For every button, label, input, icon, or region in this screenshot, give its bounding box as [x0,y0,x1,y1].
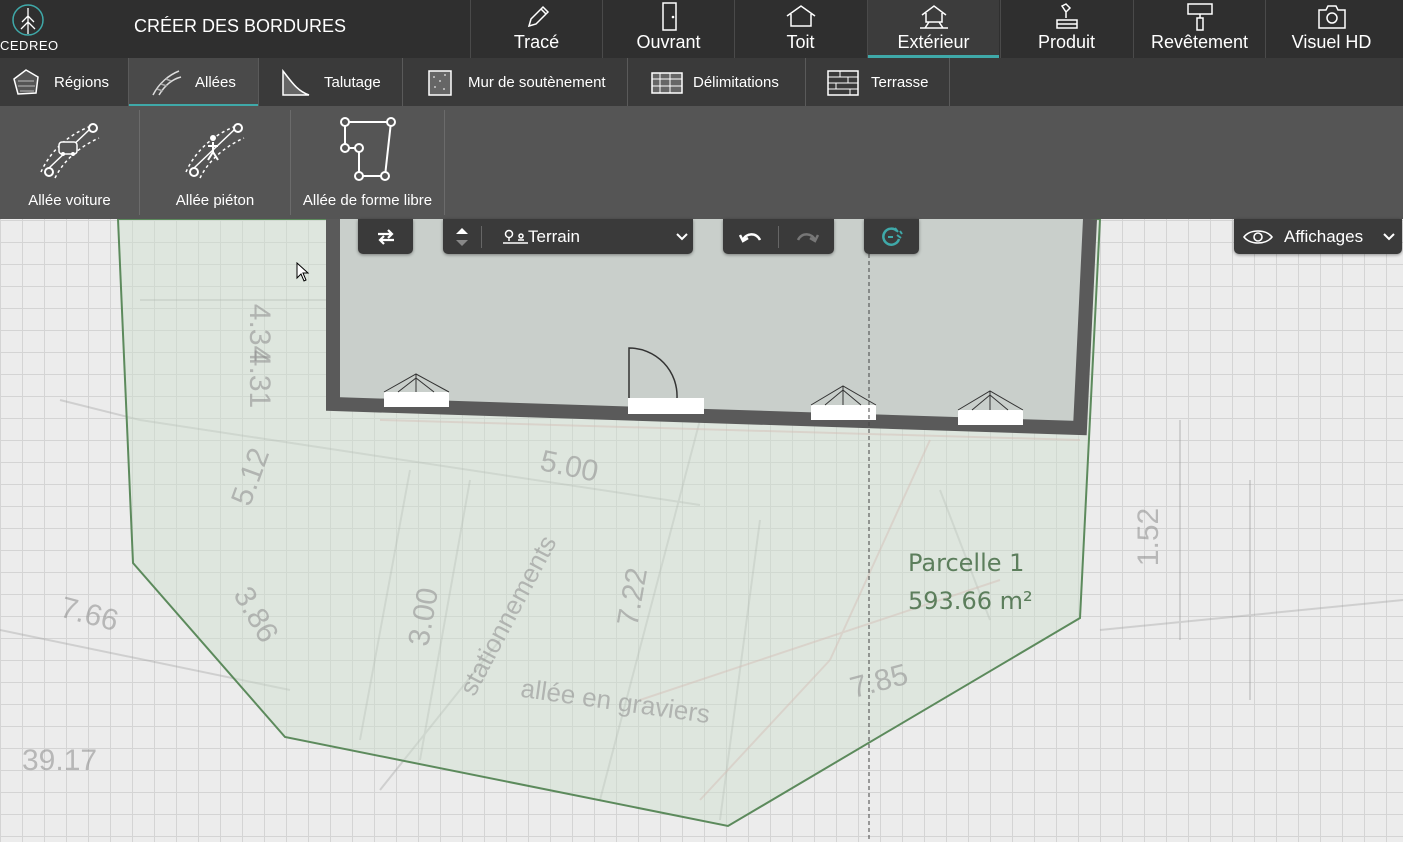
tab-label: Visuel HD [1291,32,1372,52]
product-icon [1055,3,1078,29]
tab-trace[interactable]: Tracé [470,0,602,58]
subtab-label: Allées [195,74,236,91]
tab-label: Ouvrant [636,32,701,52]
undo-icon [738,232,761,243]
door-icon [661,2,677,31]
swap-arrows-icon [377,228,394,245]
retaining-wall-icon [428,70,452,96]
subtab-label: Délimitations [693,74,779,91]
car-path-icon [39,123,99,179]
freeform-path-icon [339,117,396,181]
tab-ouvrant[interactable]: Ouvrant [602,0,734,58]
magnet-toggle-button[interactable] [864,219,919,254]
tab-visuel-hd[interactable]: Visuel HD [1265,0,1397,58]
tab-label: Produit [1037,32,1096,52]
subtab-terrasse[interactable]: Terrasse [806,58,950,106]
exterior-icon [919,5,948,29]
sub-bar: Régions Allées Talutage Mur de soutèneme… [0,58,1403,106]
parcel-area: 593.66 m² [908,587,1033,615]
tool-allee-voiture[interactable]: Allée voiture [0,110,140,215]
tab-produit[interactable]: Produit [1000,0,1132,58]
subtab-regions[interactable]: Régions [0,58,129,106]
magnet-icon [881,226,903,246]
level-stepper[interactable] [443,219,481,254]
pedestrian-path-icon [185,123,245,179]
redo-button[interactable] [779,219,834,254]
pencil-icon [527,5,549,28]
subtab-label: Terrasse [871,74,929,91]
display-options-label: Affichages [1284,227,1364,246]
terrace-icon [827,70,859,96]
display-options-group: Affichages [1234,219,1402,254]
mode-title: CRÉER DES BORDURES [134,16,347,36]
tool-allee-forme-libre[interactable]: Allée de forme libre [291,110,445,215]
tool-label: Allée voiture [28,192,111,209]
parcel-name: Parcelle 1 [908,549,1025,577]
subtab-label: Talutage [324,74,381,91]
terrain-icon [503,229,528,244]
level-selector: Terrain [443,219,693,254]
tab-toit[interactable]: Toit [734,0,866,58]
tool-allee-pieton[interactable]: Allée piéton [140,110,291,215]
paint-roller-icon [1186,3,1213,31]
tab-revetement[interactable]: Revêtement [1133,0,1265,58]
up-down-arrows-icon [456,227,468,246]
roof-icon [786,5,815,27]
level-dropdown[interactable]: Terrain [482,219,693,254]
level-dropdown-label: Terrain [528,227,580,246]
undo-button[interactable] [723,219,778,254]
tool-label: Allée piéton [175,192,255,209]
tree-logo-icon [12,4,44,36]
plan-annotation: 4.31 [243,349,277,409]
logo-text: CEDREO [0,38,59,53]
subtab-talutage[interactable]: Talutage [259,58,403,106]
subtab-mur-de-soutenement[interactable]: Mur de soutènement [403,58,628,106]
plan-annotation: 39.17 [22,744,98,777]
region-icon [13,69,39,95]
tab-label: Extérieur [897,32,970,52]
redo-icon [796,232,819,243]
display-options-dropdown[interactable]: Affichages [1234,219,1402,254]
eye-icon [1242,229,1274,244]
chevron-down-icon [1383,232,1395,240]
swap-view-button[interactable] [358,219,413,254]
tab-label: Tracé [513,32,560,52]
chevron-down-icon [676,232,688,240]
plan-annotation: 1.52 [1132,507,1166,567]
tool-panel: Allée voiture Allée piéton Allée de form… [0,106,1403,219]
swap-view-group [358,219,413,254]
undo-redo-group [723,219,834,254]
slope-icon [282,68,310,96]
tab-label: Toit [786,32,815,52]
subtab-delimitations[interactable]: Délimitations [628,58,806,106]
camera-icon [1317,5,1346,29]
subtab-allees[interactable]: Allées [129,58,259,106]
tab-label: Revêtement [1150,32,1249,52]
mouse-cursor-icon [296,262,310,282]
tool-label: Allée de forme libre [302,192,433,209]
fence-icon [651,72,683,94]
cedreo-logo[interactable]: CEDREO [0,0,70,58]
subtab-label: Mur de soutènement [468,74,606,91]
top-bar: CEDREO CRÉER DES BORDURES Tracé Ouvrant … [0,0,1403,58]
subtab-label: Régions [54,74,110,91]
tab-exterieur[interactable]: Extérieur [867,0,999,58]
magnet-group [864,219,919,254]
path-icon [152,70,182,96]
